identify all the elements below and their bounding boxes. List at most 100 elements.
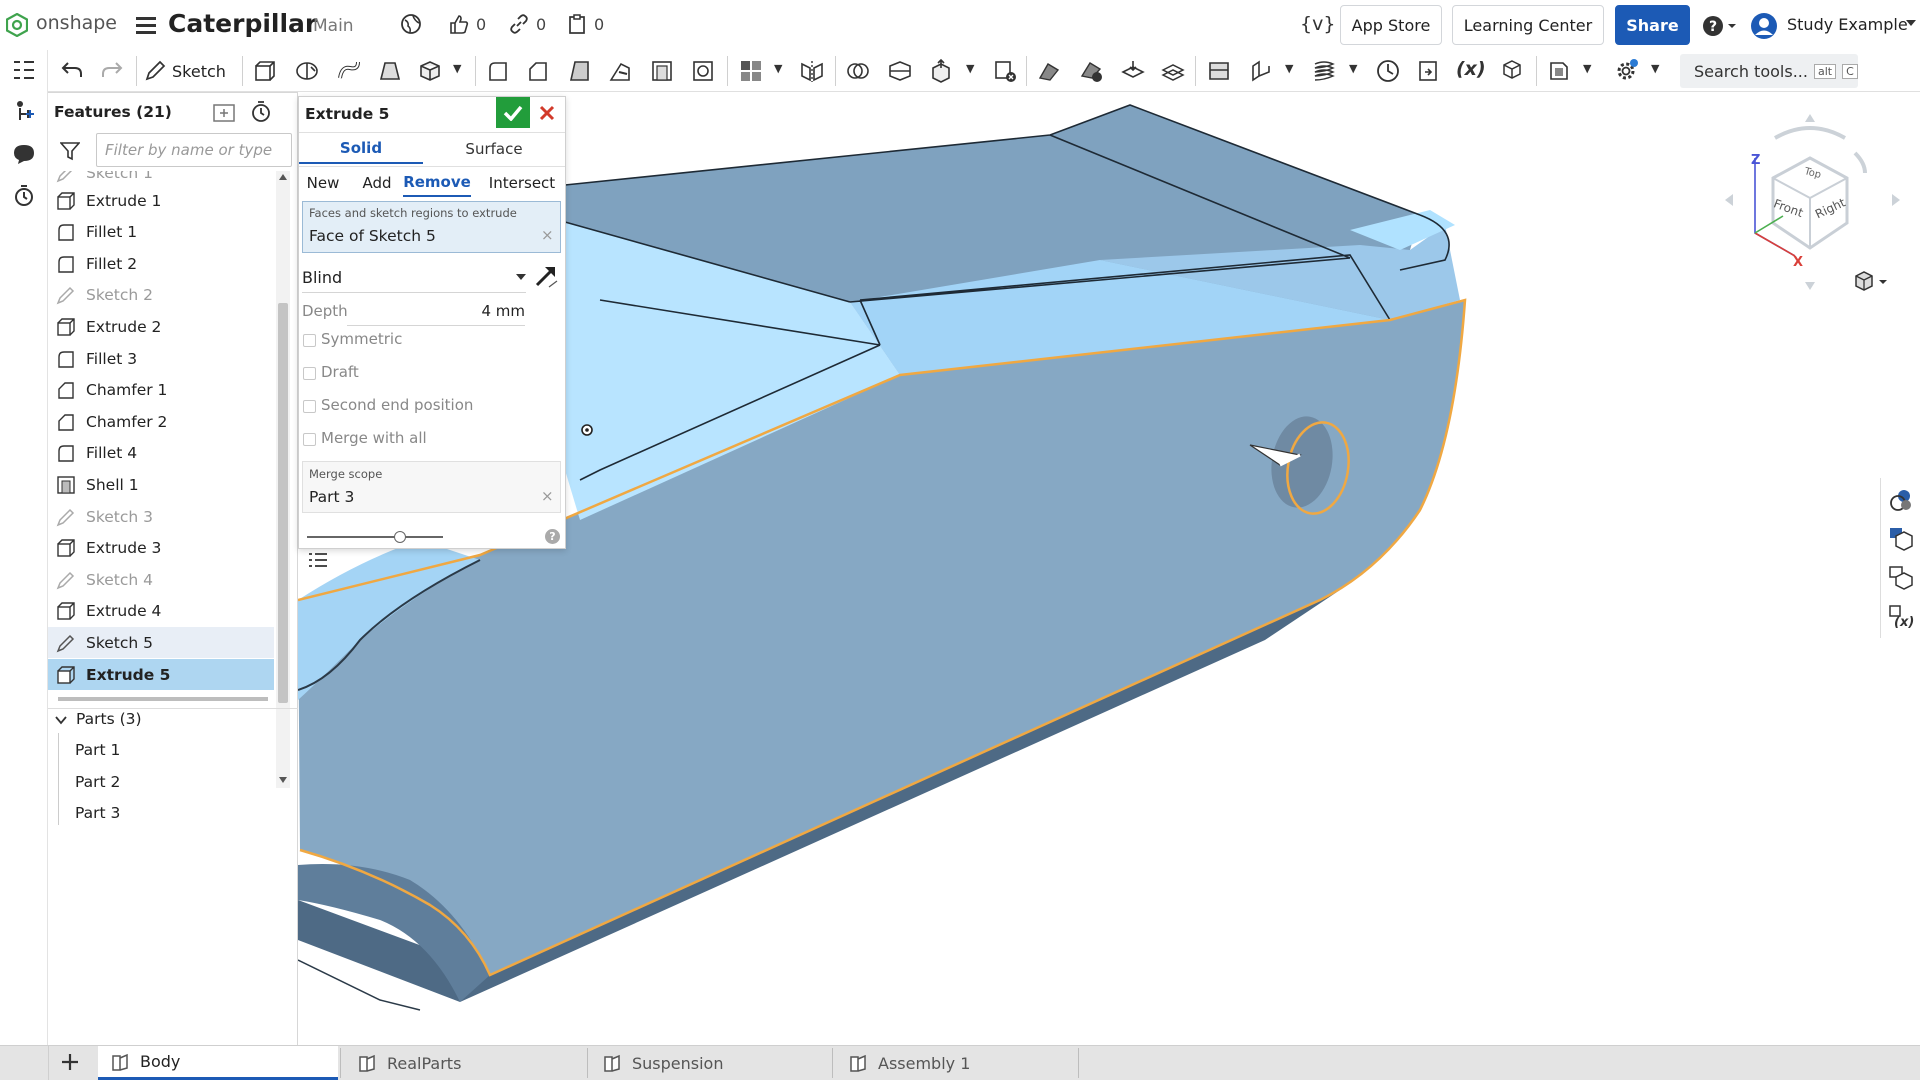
bom-table-icon[interactable] <box>1883 560 1919 596</box>
help-icon[interactable]: ? <box>1702 15 1736 37</box>
user-avatar-icon[interactable] <box>1750 12 1778 40</box>
user-name[interactable]: Study Example <box>1787 15 1908 34</box>
offset-surface-tool-icon[interactable] <box>1158 56 1188 86</box>
tab-1[interactable]: Body <box>98 1046 338 1080</box>
app-store-button[interactable]: App Store <box>1340 5 1442 45</box>
extrude-tool-icon[interactable] <box>249 56 279 86</box>
measure-tool-icon[interactable] <box>1373 56 1403 86</box>
faces-selection-field[interactable]: Faces and sketch regions to extrude Face… <box>302 201 561 253</box>
history-timer-icon[interactable] <box>12 184 36 208</box>
sweep-tool-icon[interactable] <box>334 56 364 86</box>
comments-icon[interactable] <box>12 142 36 166</box>
appearance-panel-icon[interactable] <box>1883 482 1919 518</box>
flange-tool-icon[interactable] <box>1245 56 1275 86</box>
rollback-bar[interactable] <box>58 697 268 701</box>
operation-new[interactable]: New <box>305 169 341 197</box>
feature-item[interactable]: Fillet 2 <box>48 248 274 279</box>
feature-item[interactable]: Fillet 4 <box>48 438 274 469</box>
share-button[interactable]: Share <box>1615 5 1690 45</box>
flip-direction-icon[interactable] <box>533 263 559 289</box>
fillet-tool-icon[interactable] <box>483 56 513 86</box>
feature-item[interactable]: Sketch 1 <box>48 171 274 185</box>
variable-studio-icon[interactable]: {v} <box>1300 13 1335 35</box>
delete-face-tool-icon[interactable] <box>1076 56 1106 86</box>
boolean-tool-icon[interactable] <box>843 56 873 86</box>
merge-scope-field[interactable]: Merge scope Part 3 × <box>302 461 561 513</box>
clear-scope-icon[interactable]: × <box>541 487 554 505</box>
branch-name[interactable]: Main <box>313 16 354 36</box>
feature-item[interactable]: Chamfer 1 <box>48 375 274 406</box>
feature-item[interactable]: Fillet 1 <box>48 217 274 248</box>
settings-gear-icon[interactable] <box>1611 56 1641 86</box>
feature-item[interactable]: Sketch 4 <box>48 564 274 595</box>
insert-part-tool-icon[interactable] <box>1544 56 1574 86</box>
configure-tool-icon[interactable] <box>1497 56 1527 86</box>
loft-tool-icon[interactable] <box>375 56 405 86</box>
end-type-select[interactable]: Blind <box>302 263 526 293</box>
scroll-up-icon[interactable] <box>279 174 287 180</box>
rib-tool-icon[interactable] <box>605 56 635 86</box>
variable-tool-icon[interactable]: (x) <box>1456 58 1486 80</box>
shell-tool-icon[interactable] <box>647 56 677 86</box>
feature-item[interactable]: Extrude 5 <box>48 659 274 690</box>
feature-item[interactable]: Extrude 4 <box>48 596 274 627</box>
part-item[interactable]: Part 2 <box>75 773 120 791</box>
feature-scrollbar[interactable] <box>276 171 290 788</box>
feature-item[interactable]: Shell 1 <box>48 469 274 500</box>
like-counter[interactable]: 0 <box>448 13 486 35</box>
clear-faces-icon[interactable]: × <box>541 226 554 244</box>
feature-item[interactable]: Extrude 1 <box>48 185 274 216</box>
add-folder-icon[interactable] <box>212 101 236 123</box>
undo-icon[interactable] <box>60 58 84 82</box>
chamfer-tool-icon[interactable] <box>523 56 553 86</box>
detail-slider-handle[interactable] <box>394 531 406 543</box>
mass-properties-icon[interactable] <box>1883 521 1919 557</box>
hole-tool-icon[interactable] <box>688 56 718 86</box>
menu-icon[interactable] <box>136 16 156 34</box>
feature-item[interactable]: Extrude 2 <box>48 311 274 342</box>
onshape-logo-icon[interactable] <box>6 13 28 37</box>
logo-text[interactable]: onshape <box>36 12 117 34</box>
operation-remove[interactable]: Remove <box>403 169 471 197</box>
thicken-tool-icon[interactable] <box>415 56 445 86</box>
revolve-tool-icon[interactable] <box>292 56 322 86</box>
part-item[interactable]: Part 3 <box>75 804 120 822</box>
feature-item[interactable]: Sketch 3 <box>48 501 274 532</box>
feature-item[interactable]: Fillet 3 <box>48 343 274 374</box>
link-counter[interactable]: 0 <box>508 13 546 35</box>
tab-3[interactable]: Suspension <box>590 1046 830 1080</box>
move-face-tool-icon[interactable] <box>1034 56 1064 86</box>
part-item[interactable]: Part 1 <box>75 741 120 759</box>
help-icon[interactable]: ? <box>545 529 560 544</box>
tab-2[interactable]: RealParts <box>345 1046 585 1080</box>
view-options-cube-icon[interactable] <box>1852 270 1890 294</box>
tab-4[interactable]: Assembly 1 <box>836 1046 1076 1080</box>
helix-tool-icon[interactable] <box>1309 56 1339 86</box>
dialog-list-icon[interactable] <box>307 549 329 571</box>
depth-input[interactable]: 4 mm <box>347 302 525 326</box>
variables-panel-icon[interactable]: (x) <box>1883 599 1919 635</box>
feature-item[interactable]: Sketch 5 <box>48 627 274 659</box>
mirror-tool-icon[interactable] <box>797 56 827 86</box>
transform-tool-icon[interactable] <box>926 56 956 86</box>
sketch-button[interactable]: Sketch <box>144 56 226 86</box>
copy-counter[interactable]: 0 <box>566 13 604 35</box>
split-tool-icon[interactable] <box>885 56 915 86</box>
globe-icon[interactable] <box>400 13 422 35</box>
replace-face-tool-icon[interactable] <box>1118 56 1148 86</box>
feature-filter-input[interactable]: Filter by name or type <box>96 133 292 167</box>
feature-list-icon[interactable] <box>12 58 36 82</box>
pattern-tool-icon[interactable] <box>736 56 766 86</box>
delete-part-tool-icon[interactable] <box>990 56 1020 86</box>
user-menu-chevron-icon[interactable] <box>1906 20 1916 27</box>
tab-surface[interactable]: Surface <box>423 133 565 164</box>
document-title[interactable]: Caterpillar <box>168 9 317 38</box>
draft-tool-icon[interactable] <box>565 56 595 86</box>
confirm-button[interactable] <box>496 97 530 128</box>
insert-mates-icon[interactable] <box>12 100 36 124</box>
draft-checkbox[interactable] <box>303 367 316 380</box>
symmetric-checkbox[interactable] <box>303 334 316 347</box>
redo-icon[interactable] <box>100 58 124 82</box>
scroll-down-icon[interactable] <box>279 777 287 783</box>
scrollbar-thumb[interactable] <box>278 303 288 703</box>
